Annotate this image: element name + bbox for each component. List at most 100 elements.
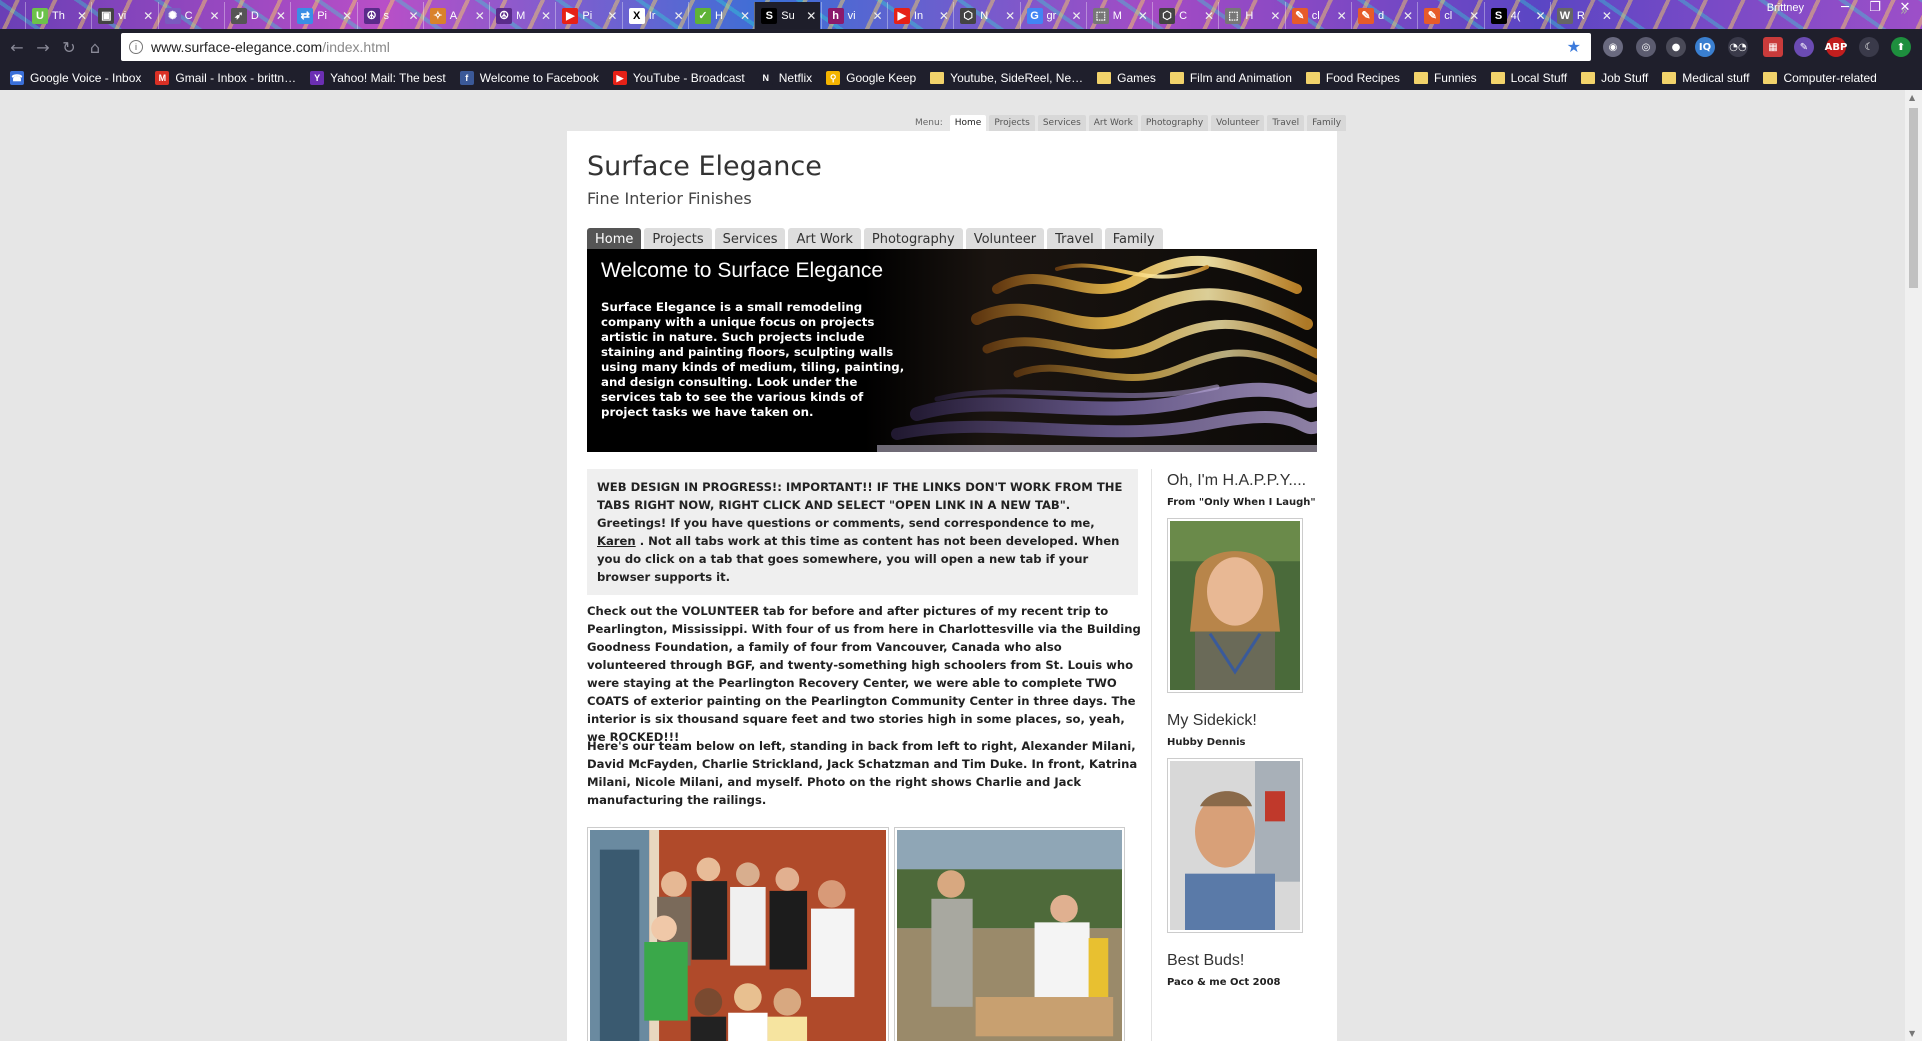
browser-tab[interactable]: ⬡ N ✕ [953,2,1019,29]
sync-extension-icon[interactable]: ◎ [1636,37,1656,57]
browser-tab[interactable]: S Su ✕ [754,2,821,29]
browser-tab[interactable]: Ggr ✕ [1019,2,1086,29]
site-tab-home[interactable]: Home [587,228,642,250]
tab-close-icon[interactable]: ✕ [1071,9,1081,23]
bookmark-item[interactable]: Film and Animation [1169,71,1292,85]
bookmarks-overflow-button[interactable]: » [1900,4,1908,19]
tab-close-icon[interactable]: ✕ [342,9,352,23]
tab-close-icon[interactable]: ✕ [1469,9,1479,23]
browser-tab[interactable]: ⬚ M ✕ [1085,2,1152,29]
tab-close-icon[interactable]: ✕ [1204,9,1214,23]
tab-close-icon[interactable]: ✕ [143,9,153,23]
tab-close-icon[interactable]: ✕ [276,9,286,23]
bookmark-star-icon[interactable]: ★ [1567,37,1581,57]
minimize-button[interactable]: ─ [1830,0,1860,18]
browser-tab[interactable]: h vi ✕ [820,2,887,29]
back-arrow-icon[interactable]: ← [4,38,30,57]
browser-tab[interactable]: ✓ H ✕ [688,2,754,29]
contact-link-karen[interactable]: Karen [597,534,636,548]
browser-tab[interactable]: ✎ d ✕ [1351,2,1417,29]
tab-close-icon[interactable]: ✕ [210,9,220,23]
bookmark-item[interactable]: Games [1097,71,1156,85]
tab-close-icon[interactable]: ✕ [740,9,750,23]
bookmark-item[interactable]: Job Stuff [1581,71,1648,85]
tab-close-icon[interactable]: ✕ [541,9,551,23]
scroll-down-arrow-icon[interactable]: ▼ [1909,1029,1915,1038]
page-info-icon[interactable]: i [129,40,143,54]
tab-close-icon[interactable]: ✕ [1005,9,1015,23]
profile-name[interactable]: Brittney [1767,2,1804,14]
tab-close-icon[interactable]: ✕ [607,9,617,23]
mini-menu-item[interactable]: Volunteer [1211,115,1265,131]
mini-menu-item[interactable]: Photography [1140,115,1209,131]
adblock-extension-icon[interactable]: ABP [1825,37,1847,57]
tab-close-icon[interactable]: ✕ [1270,9,1280,23]
address-bar[interactable]: i www.surface-elegance.com/index.html ★ [121,33,1591,61]
site-tab-volunteer[interactable]: Volunteer [965,228,1045,250]
browser-tab[interactable]: U Th ✕ [25,2,91,29]
tab-close-icon[interactable]: ✕ [873,9,883,23]
home-icon[interactable]: ⌂ [82,38,108,57]
glasses-extension-icon[interactable]: ◔◔ [1728,37,1748,57]
tab-close-icon[interactable]: ✕ [1138,9,1148,23]
feather-extension-icon[interactable]: ✎ [1794,37,1814,57]
bookmark-item[interactable]: Computer-related [1763,71,1877,85]
tab-close-icon[interactable]: ✕ [408,9,418,23]
browser-tab[interactable]: X Ir ✕ [621,2,688,29]
mini-menu-item[interactable]: Projects [989,115,1035,131]
scrollbar-thumb[interactable] [1909,108,1918,288]
tab-close-icon[interactable]: ✕ [939,9,949,23]
browser-tab[interactable]: ▶ Pi ✕ [555,2,621,29]
browser-tab[interactable]: S 4(✕ [1483,2,1550,29]
browser-tab[interactable]: ➶ D ✕ [223,2,290,29]
browser-tab[interactable]: ⬡ C ✕ [1152,2,1218,29]
mini-menu-item[interactable]: Travel [1267,115,1305,131]
browser-tab[interactable]: W R ✕ [1549,2,1616,29]
mini-menu-item[interactable]: Art Work [1088,115,1138,131]
browser-tab[interactable]: ▣ vi ✕ [91,2,157,29]
site-tab-projects[interactable]: Projects [644,228,712,250]
site-tab-photography[interactable]: Photography [863,228,963,250]
site-tab-travel[interactable]: Travel [1047,228,1102,250]
browser-tab[interactable]: ▶ In ✕ [886,2,953,29]
tab-close-icon[interactable]: ✕ [475,9,485,23]
browser-tab[interactable]: ✺ C ✕ [157,2,224,29]
tab-close-icon[interactable]: ✕ [1403,9,1413,23]
browser-tab[interactable]: ✎ cl ✕ [1284,2,1351,29]
bookmark-item[interactable]: Local Stuff [1490,71,1567,85]
bookmark-item[interactable]: N Netflix [758,71,812,85]
bookmark-item[interactable]: ▶ YouTube - Broadcast [612,71,745,85]
bookmark-item[interactable]: Funnies [1413,71,1477,85]
site-tab-family[interactable]: Family [1104,228,1163,250]
browser-tab[interactable]: ✧ A ✕ [422,2,489,29]
chat-extension-icon[interactable]: ◉ [1603,37,1623,57]
browser-tab[interactable]: ⬚ H ✕ [1218,2,1284,29]
bookmark-item[interactable]: Medical stuff [1662,71,1749,85]
iq-extension-icon[interactable]: IQ [1695,37,1715,57]
browser-tab[interactable]: ☮ M ✕ [489,2,555,29]
site-tab-services[interactable]: Services [714,228,786,250]
grey-circle-extension-icon[interactable]: ● [1666,37,1686,57]
site-tab-art-work[interactable]: Art Work [788,228,861,250]
restore-button[interactable]: ❐ [1860,0,1890,18]
bookmark-item[interactable]: Youtube, SideReel, Ne… [930,71,1083,85]
bookmark-item[interactable]: f Welcome to Facebook [459,71,599,85]
tab-close-icon[interactable]: ✕ [77,9,87,23]
tab-close-icon[interactable]: ✕ [1536,9,1546,23]
calendar-extension-icon[interactable]: ▦ [1763,37,1783,57]
browser-tab[interactable]: ✎ cl ✕ [1417,2,1483,29]
browser-tab[interactable]: ☮ s ✕ [356,2,423,29]
tab-close-icon[interactable]: ✕ [806,9,816,23]
tab-close-icon[interactable]: ✕ [1337,9,1347,23]
tab-close-icon[interactable]: ✕ [674,9,684,23]
bookmark-item[interactable]: M Gmail - Inbox - brittn… [155,71,296,85]
reload-icon[interactable]: ↻ [56,38,82,57]
tab-close-icon[interactable]: ✕ [1602,9,1612,23]
bookmark-item[interactable]: Y Yahoo! Mail: The best [310,71,446,85]
page-scrollbar[interactable]: ▲ ▼ [1905,90,1922,1041]
bookmark-item[interactable]: Food Recipes [1305,71,1400,85]
browser-tab[interactable]: ⇄ Pi ✕ [290,2,356,29]
mini-menu-item[interactable]: Family [1307,115,1347,131]
mini-menu-item[interactable]: Services [1037,115,1086,131]
update-extension-icon[interactable]: ⬆ [1891,37,1911,57]
